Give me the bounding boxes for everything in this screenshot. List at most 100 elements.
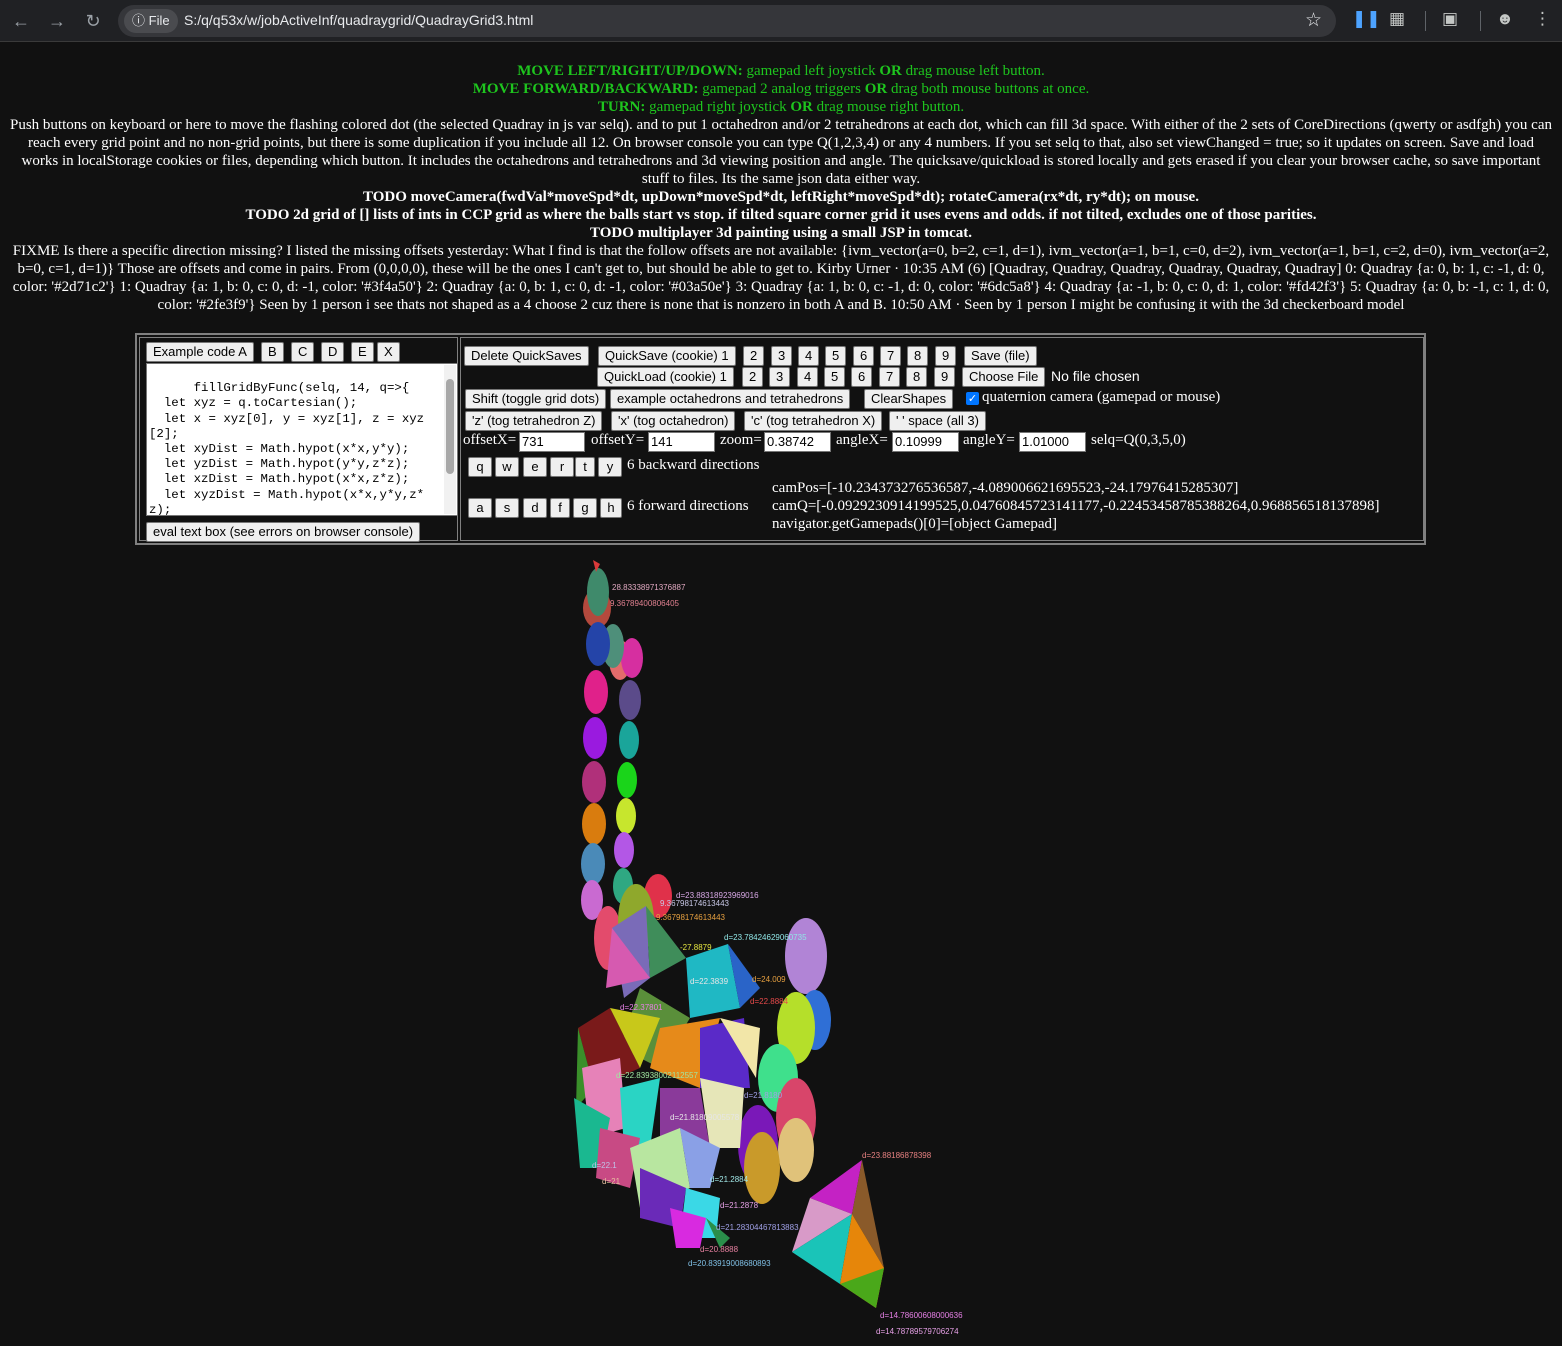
reload-icon[interactable]: ↻ [80, 8, 106, 34]
grid-dot [586, 622, 610, 666]
key-h-button[interactable]: h [600, 498, 622, 518]
quickload-button-1[interactable]: QuickLoad (cookie) 1 [597, 367, 734, 387]
grid-dot [616, 798, 636, 834]
offsety-input[interactable]: 141 [648, 432, 715, 452]
distance-label: d=24.009 [752, 975, 786, 984]
fwd-text-2: drag both mouse buttons at once. [890, 81, 1090, 97]
move-label: MOVE LEFT/RIGHT/UP/DOWN: [517, 63, 743, 79]
quickload-button-4[interactable]: 4 [797, 367, 819, 387]
quicksave-button-2[interactable]: 2 [743, 346, 765, 366]
back-icon[interactable]: ← [8, 8, 34, 34]
zoom-input[interactable]: 0.38742 [764, 432, 831, 452]
grid-dot [582, 761, 606, 803]
example-code-b-button[interactable]: B [261, 342, 284, 362]
move-or: OR [879, 63, 902, 79]
quaternion-camera-checkbox[interactable]: ✓ [966, 392, 979, 405]
quickload-button-5[interactable]: 5 [824, 367, 846, 387]
key-t-button[interactable]: t [575, 457, 595, 477]
forward-directions-label: 6 forward directions [627, 498, 749, 514]
key-r-button[interactable]: r [550, 457, 574, 477]
quicksave-button-9[interactable]: 9 [935, 346, 957, 366]
quicksave-button-8[interactable]: 8 [907, 346, 929, 366]
key-w-button[interactable]: w [495, 457, 519, 477]
turn-text-2: drag mouse right button. [816, 99, 965, 115]
quicksave-button-7[interactable]: 7 [880, 346, 902, 366]
example-code-c-button[interactable]: C [291, 342, 315, 362]
distance-label: d=23.88186878398 [862, 1151, 932, 1160]
site-info-chip[interactable]: ⓘ File [124, 9, 178, 33]
distance-label: -27.8879 [680, 943, 712, 952]
no-file-label: No file chosen [1051, 368, 1140, 384]
eval-button[interactable]: eval text box (see errors on browser con… [146, 522, 421, 542]
quickload-button-7[interactable]: 7 [879, 367, 901, 387]
clear-shapes-button[interactable]: ClearShapes [864, 389, 954, 409]
quicksave-button-4[interactable]: 4 [798, 346, 820, 366]
quickload-button-3[interactable]: 3 [769, 367, 791, 387]
example-shapes-button[interactable]: example octahedrons and tetrahedrons [610, 389, 851, 409]
angley-input[interactable]: 1.01000 [1019, 432, 1086, 452]
quickload-button-9[interactable]: 9 [934, 367, 956, 387]
menu-icon[interactable]: ⋮ [1534, 9, 1551, 29]
3d-viewport-canvas[interactable]: 28.83338971376887 9.36789400806405 d=23.… [0, 548, 1562, 1346]
key-s-button[interactable]: s [495, 498, 519, 518]
space-all-button[interactable]: ' ' space (all 3) [889, 411, 986, 431]
choose-file-button[interactable]: Choose File [962, 367, 1046, 387]
quickload-button-6[interactable]: 6 [851, 367, 873, 387]
forward-icon[interactable]: → [44, 8, 70, 34]
quicksave-button-3[interactable]: 3 [771, 346, 793, 366]
read-aloud-icon[interactable]: ❚❚ [1352, 9, 1381, 29]
key-g-button[interactable]: g [573, 498, 597, 518]
distance-label: d=21.28304467813883 [716, 1223, 799, 1232]
grid-dot [587, 568, 609, 616]
code-textarea[interactable]: fillGridByFunc(selq, 14, q=>{ let xyz = … [146, 363, 458, 516]
grid-dot [778, 1118, 814, 1182]
toggle-tetrahedron-x-button[interactable]: 'c' (tog tetrahedron X) [744, 411, 883, 431]
key-a-button[interactable]: a [468, 498, 492, 518]
profile-icon[interactable]: ☻ [1496, 9, 1514, 29]
move-text-1: gamepad left joystick [746, 63, 876, 79]
key-q-button[interactable]: q [468, 457, 492, 477]
example-code-a-button[interactable]: Example code A [146, 342, 254, 362]
todo-grid: TODO 2d grid of [] lists of ints in CCP … [245, 207, 1317, 223]
offsetx-input[interactable]: 731 [519, 432, 585, 452]
delete-quicksaves-button[interactable]: Delete QuickSaves [464, 346, 589, 366]
forward-instruction: MOVE FORWARD/BACKWARD: gamepad 2 analog … [0, 80, 1562, 98]
collections-icon[interactable]: ▣ [1442, 9, 1458, 29]
quickload-button-2[interactable]: 2 [742, 367, 764, 387]
example-code-d-button[interactable]: D [321, 342, 345, 362]
anglex-input[interactable]: 0.10999 [892, 432, 959, 452]
quicksave-button-1[interactable]: QuickSave (cookie) 1 [598, 346, 736, 366]
scene-svg[interactable]: 28.83338971376887 9.36789400806405 d=23.… [0, 548, 1562, 1346]
quicksave-button-6[interactable]: 6 [853, 346, 875, 366]
extensions-icon[interactable]: ▦ [1389, 9, 1405, 29]
help-paragraph: Push buttons on keyboard or here to move… [9, 117, 1552, 187]
address-bar[interactable]: ⓘ File S:/q/q53x/w/jobActiveInf/quadrayg… [118, 5, 1336, 37]
quicksave-button-5[interactable]: 5 [825, 346, 847, 366]
example-code-x-button[interactable]: X [377, 342, 400, 362]
example-code-e-button[interactable]: E [351, 342, 374, 362]
offsetx-label: offsetX= [463, 432, 517, 448]
turn-instruction: TURN: gamepad right joystick OR drag mou… [0, 98, 1562, 116]
key-d-button[interactable]: d [523, 498, 547, 518]
distance-label: d=14.78600608000636 [880, 1311, 963, 1320]
gamepads-readout: navigator.getGamepads()[0]=[object Gamep… [772, 516, 1058, 532]
shift-toggle-grid-button[interactable]: Shift (toggle grid dots) [465, 389, 607, 409]
url-text[interactable]: S:/q/q53x/w/jobActiveInf/quadraygrid/Qua… [184, 12, 533, 28]
turn-label: TURN: [597, 99, 646, 115]
toggle-tetrahedron-z-button[interactable]: 'z' (tog tetrahedron Z) [465, 411, 603, 431]
bookmark-star-icon[interactable]: ☆ [1305, 9, 1322, 32]
key-f-button[interactable]: f [550, 498, 570, 518]
angley-label: angleY= [963, 432, 1015, 448]
code-scrollbar-thumb[interactable] [446, 379, 454, 474]
browser-toolbar: ← → ↻ ⓘ File S:/q/q53x/w/jobActiveInf/qu… [0, 0, 1562, 42]
quickload-button-8[interactable]: 8 [906, 367, 928, 387]
distance-label: 9.36798174613443 [660, 899, 730, 908]
turn-or: OR [790, 99, 813, 115]
code-scrollbar[interactable] [444, 365, 456, 514]
toggle-octahedron-button[interactable]: 'x' (tog octahedron) [611, 411, 736, 431]
distance-label: d=23.78424629060735 [724, 933, 807, 942]
save-file-button[interactable]: Save (file) [964, 346, 1037, 366]
key-e-button[interactable]: e [523, 457, 547, 477]
key-y-button[interactable]: y [598, 457, 622, 477]
distance-label: d=22.83938002112557 [616, 1071, 698, 1080]
